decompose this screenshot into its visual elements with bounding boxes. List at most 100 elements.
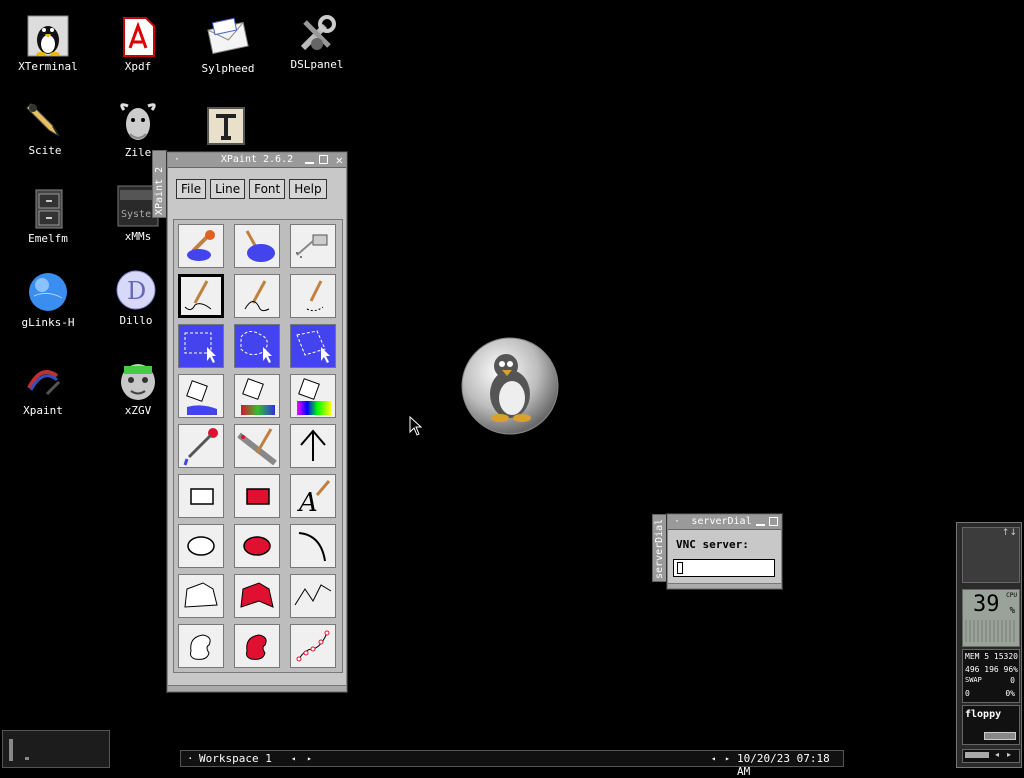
icon-label: Emelfm: [28, 232, 68, 245]
icon-label: Xpdf: [124, 60, 152, 73]
icon-label: xZGV: [124, 404, 152, 417]
mem-line: MEM 5 15320: [965, 652, 1018, 661]
polygon-select-tool[interactable]: [290, 324, 336, 368]
menu-file-button[interactable]: File: [176, 179, 207, 199]
minimize-icon[interactable]: [756, 517, 765, 526]
desktop-icon-dillo[interactable]: D Dillo: [96, 268, 176, 327]
text-cursor: [677, 562, 683, 574]
desktop-icon-emelfm[interactable]: Emelfm: [8, 186, 88, 245]
clock-prev-icon[interactable]: ◂: [711, 754, 716, 763]
floppy-label: floppy: [965, 709, 1002, 720]
desktop-icon-font-tool[interactable]: [186, 104, 266, 150]
workspace-label[interactable]: Workspace 1: [199, 752, 272, 765]
dock-slider[interactable]: [965, 752, 989, 758]
swap-row2-right: 0%: [1005, 689, 1015, 698]
minimize-icon[interactable]: [305, 155, 314, 164]
text-tool[interactable]: A: [290, 474, 336, 518]
desktop-icon-scite[interactable]: Scite: [5, 98, 85, 157]
bezier-curve-tool[interactable]: [290, 624, 336, 668]
svg-text:Syste: Syste: [121, 209, 151, 220]
clock-next-icon[interactable]: ▸: [725, 754, 730, 763]
pager-dot: [25, 757, 29, 760]
dock-prev-icon[interactable]: ◂: [995, 750, 999, 759]
cpu-meter: 39 CPU %: [962, 589, 1020, 647]
arc-tool[interactable]: [290, 524, 336, 568]
globe-icon: [26, 270, 70, 314]
vnc-server-input[interactable]: [673, 559, 775, 577]
brush-tool[interactable]: [178, 224, 224, 268]
desktop-icon-sylpheed[interactable]: Sylpheed: [188, 16, 268, 75]
font-t-icon: [204, 104, 248, 148]
floppy-eject-button[interactable]: [984, 732, 1016, 740]
polygon-tool[interactable]: [178, 574, 224, 618]
menu-help-button[interactable]: Help: [289, 179, 327, 199]
rainbow-fill-tool[interactable]: [290, 374, 336, 418]
dock-next-icon[interactable]: ▸: [1007, 750, 1011, 759]
swap-label: SWAP: [965, 676, 982, 684]
pdf-icon: [116, 14, 160, 58]
percent-sign: %: [1009, 606, 1015, 616]
face-viewer-icon: [116, 358, 160, 402]
dock-top-panel[interactable]: ↑↓: [962, 527, 1020, 583]
menu-font-button[interactable]: Font: [249, 179, 286, 199]
fountain-pen-icon: [23, 98, 67, 142]
pencil-tool[interactable]: [178, 274, 224, 318]
serverdial-bottom-edge[interactable]: [668, 583, 781, 588]
color-picker-dropper-tool[interactable]: [178, 424, 224, 468]
maximize-icon[interactable]: [319, 155, 328, 164]
xpaint-titlebar[interactable]: · XPaint 2.6.2 ✕: [168, 153, 346, 168]
xpaint-bottom-edge[interactable]: [168, 685, 346, 691]
filled-polygon-tool[interactable]: [234, 574, 280, 618]
xpaint-window: · XPaint 2.6.2 ✕ File Line Font Help A: [167, 152, 347, 692]
filled-rectangle-tool[interactable]: [234, 474, 280, 518]
spray-can-tool[interactable]: [290, 224, 336, 268]
freehand-shape-tool[interactable]: [178, 624, 224, 668]
file-cabinet-icon: [26, 186, 70, 230]
floppy-panel[interactable]: floppy: [962, 705, 1020, 745]
pager-widget[interactable]: [2, 730, 110, 768]
desktop-icon-dslpanel[interactable]: DSLpanel: [277, 12, 357, 71]
desktop-icon-xpdf[interactable]: Xpdf: [98, 14, 178, 73]
memory-panel: MEM 5 15320 496 196 96% SWAP 0 0 0%: [962, 649, 1020, 703]
desktop-icon-xterminal[interactable]: XTerminal: [8, 14, 88, 73]
filled-ellipse-tool[interactable]: [234, 524, 280, 568]
icon-label: Sylpheed: [201, 62, 255, 75]
desktop-icon-xzgv[interactable]: xZGV: [98, 358, 178, 417]
xpaint-side-tab[interactable]: XPaint 2: [152, 150, 167, 218]
eraser-tool[interactable]: [234, 424, 280, 468]
clock-display: 10/20/23 07:18 AM: [737, 752, 830, 778]
rect-select-tool[interactable]: [178, 324, 224, 368]
dotted-pencil-tool[interactable]: [234, 274, 280, 318]
gradient-fill-tool[interactable]: [234, 374, 280, 418]
dillo-icon: D: [114, 268, 158, 312]
cpu-percent: 39: [973, 592, 1000, 617]
maximize-icon[interactable]: [769, 517, 778, 526]
paintbrush-icon: [21, 358, 65, 402]
fill-brush-tool[interactable]: [234, 224, 280, 268]
tux-penguin-icon: [26, 14, 70, 58]
dock-arrows-icon[interactable]: ↑↓: [1002, 528, 1017, 538]
arrow-tool[interactable]: [290, 424, 336, 468]
icon-label: Scite: [28, 144, 62, 157]
pager-indicator: [9, 739, 13, 761]
serverdial-titlebar[interactable]: · serverDial: [668, 515, 781, 530]
dot-pencil-tool[interactable]: [290, 274, 336, 318]
dock-controls: ◂ ▸: [962, 749, 1020, 763]
menu-line-button[interactable]: Line: [210, 179, 246, 199]
taskbar-menu-dot[interactable]: ·: [187, 752, 194, 765]
mem-values: 496 196 96%: [965, 665, 1018, 674]
vnc-server-label: VNC server:: [676, 538, 749, 551]
desktop-icon-glinks[interactable]: gLinks-H: [8, 270, 88, 329]
xpaint-tool-palette: A: [173, 219, 343, 673]
polyline-tool[interactable]: [290, 574, 336, 618]
tools-wrench-icon: [295, 12, 339, 56]
fill-bucket-tool[interactable]: [178, 374, 224, 418]
workspace-next-icon[interactable]: ▸: [307, 754, 312, 763]
rectangle-tool[interactable]: [178, 474, 224, 518]
workspace-prev-icon[interactable]: ◂: [291, 754, 296, 763]
desktop-icon-xpaint[interactable]: Xpaint: [3, 358, 83, 417]
ellipse-tool[interactable]: [178, 524, 224, 568]
filled-freehand-shape-tool[interactable]: [234, 624, 280, 668]
freehand-select-tool[interactable]: [234, 324, 280, 368]
close-icon[interactable]: ✕: [336, 153, 343, 167]
